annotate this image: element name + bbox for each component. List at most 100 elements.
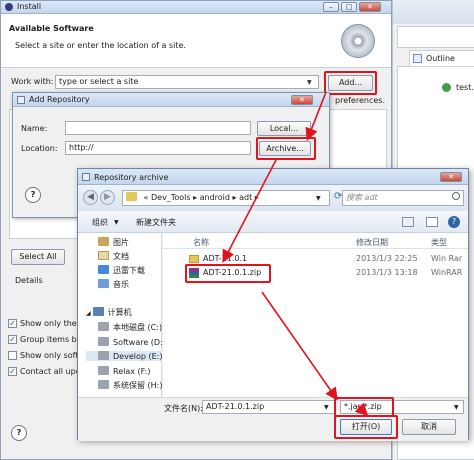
pictures-icon	[98, 237, 109, 246]
filename-row: 文件名(N): ADT-21.0.1.zip ▼ *.jar;*.zip ▼ 打…	[78, 397, 468, 441]
name-label: Name:	[21, 124, 48, 133]
sidebar-item-computer[interactable]: ◢ 计算机	[86, 307, 132, 318]
eclipse-pane-top	[397, 26, 474, 48]
location-field[interactable]: http://	[65, 141, 251, 155]
column-header-date[interactable]: 修改日期	[356, 237, 388, 248]
sidebar-item-documents[interactable]: 文档	[98, 251, 129, 262]
close-icon[interactable]: ✕	[440, 172, 462, 182]
address-bar-row: ◀ ▶ « Dev_Tools ▸ android ▸ adt ▸ ▼ ⟳ 搜索…	[78, 185, 468, 211]
sidebar-item-drive-h[interactable]: 系统保留 (H:)	[98, 380, 163, 390]
checkbox-label: Show only the	[20, 319, 77, 328]
new-folder-button[interactable]: 新建文件夹	[136, 217, 176, 228]
add-repository-title-bar: Add Repository ✕	[13, 93, 329, 107]
eclipse-toolbar	[393, 0, 474, 24]
outline-tab[interactable]: Outline	[409, 50, 474, 66]
history-dropdown-icon[interactable]: ▼	[316, 195, 321, 202]
breadcrumb-android[interactable]: android	[200, 193, 230, 202]
sidebar-item-drive-e[interactable]: Develop (E:)	[86, 351, 162, 361]
music-icon	[98, 279, 109, 288]
dialog-icon	[17, 96, 25, 104]
checkbox-label: Group items by	[20, 335, 82, 344]
select-all-button[interactable]: Select All	[11, 249, 65, 265]
filename-chevron-down-icon[interactable]: ▼	[324, 404, 329, 411]
show-only-latest-checkbox[interactable]: ✓	[8, 319, 17, 328]
file-type: Win Rar	[431, 254, 463, 263]
forward-arrow-icon[interactable]: ▶	[100, 190, 115, 205]
help-icon[interactable]: ?	[448, 216, 460, 228]
column-header-type[interactable]: 类型	[431, 237, 447, 248]
command-bar: 组织 ▼ 新建文件夹 ?	[78, 211, 468, 233]
zip-file-highlight	[185, 264, 271, 283]
documents-icon	[98, 251, 109, 260]
folder-path-icon	[126, 192, 137, 201]
find-more-link[interactable]: preferences.	[335, 96, 385, 105]
sidebar-item-music[interactable]: 音乐	[98, 279, 129, 290]
navigation-pane: 图片 文档 迅雷下载 音乐 ◢ 计算机 本地磁盘 (C:) Software (D…	[78, 233, 166, 397]
file-date: 2013/1/3 22:25	[356, 254, 418, 263]
name-field[interactable]	[65, 121, 251, 135]
folder-icon	[189, 255, 199, 263]
preview-pane-icon[interactable]	[426, 217, 438, 227]
breadcrumb-separator: ▸	[254, 193, 259, 202]
drive-icon	[98, 351, 109, 360]
cancel-button[interactable]: 取消	[402, 419, 456, 435]
column-header-name[interactable]: 名称	[193, 237, 209, 248]
contact-all-sites-checkbox[interactable]: ✓	[8, 367, 17, 376]
search-input[interactable]: 搜索 adt	[342, 190, 464, 206]
checkbox-label: Show only softw	[20, 351, 86, 360]
drive-icon	[98, 366, 109, 375]
drive-icon	[98, 380, 109, 389]
drive-icon	[98, 322, 109, 331]
close-icon[interactable]: ✕	[359, 2, 381, 12]
sidebar-item-drive-d[interactable]: Software (D:)	[98, 337, 166, 347]
breadcrumb[interactable]: « Dev_Tools ▸ android ▸ adt ▸	[122, 190, 330, 206]
group-items-checkbox[interactable]: ✓	[8, 335, 17, 344]
dialog-icon	[82, 173, 90, 181]
install-title: Install	[17, 2, 42, 11]
header-subtitle: Select a site or enter the location of a…	[15, 41, 186, 50]
add-button-highlight	[324, 71, 377, 95]
install-cd-icon	[341, 24, 375, 58]
header-title: Available Software	[9, 24, 94, 33]
maximize-icon[interactable]: □	[341, 2, 357, 12]
sidebar-item-pictures[interactable]: 图片	[98, 237, 129, 248]
computer-icon	[92, 307, 104, 316]
breadcrumb-adt[interactable]: adt	[239, 193, 252, 202]
outline-item[interactable]: test.	[456, 83, 474, 92]
minimize-icon[interactable]: –	[323, 2, 339, 12]
sidebar-item-drive-c[interactable]: 本地磁盘 (C:)	[98, 322, 162, 333]
organize-button[interactable]: 组织	[92, 217, 108, 228]
back-arrow-icon[interactable]: ◀	[83, 190, 98, 205]
archive-button-highlight	[256, 137, 316, 160]
filename-input[interactable]: ADT-21.0.1.zip	[202, 400, 336, 414]
add-repository-title: Add Repository	[29, 95, 90, 104]
location-label: Location:	[21, 144, 58, 153]
sidebar-item-thunder-download[interactable]: 迅雷下载	[98, 265, 145, 276]
repository-archive-dialog: Repository archive ✕ ◀ ▶ « Dev_Tools ▸ a…	[77, 168, 469, 441]
help-icon[interactable]: ?	[11, 425, 27, 441]
search-icon[interactable]	[452, 192, 460, 200]
file-type: WinRAR	[431, 268, 463, 277]
breadcrumb-separator: «	[143, 193, 151, 202]
local-button[interactable]: Local...	[257, 121, 311, 136]
view-options-icon[interactable]	[402, 217, 414, 227]
checkbox-label: Contact all upd	[20, 367, 81, 376]
show-only-software-checkbox[interactable]	[8, 351, 17, 360]
filter-chevron-down-icon[interactable]: ▼	[454, 404, 459, 411]
thunder-download-icon	[98, 265, 109, 274]
file-name: ADT-21.0.1	[203, 254, 248, 263]
combo-chevron-down-icon[interactable]: ▼	[307, 79, 312, 86]
breadcrumb-dev-tools[interactable]: Dev_Tools	[151, 193, 191, 202]
close-icon[interactable]: ✕	[291, 95, 313, 105]
organize-chevron-down-icon[interactable]: ▼	[114, 219, 119, 226]
file-list: 名称 修改日期 类型 ADT-21.0.1 2013/1/3 22:25 Win…	[163, 233, 468, 397]
drive-icon	[98, 337, 109, 346]
expand-icon[interactable]: ◢	[86, 310, 91, 317]
sidebar-item-drive-f[interactable]: Relax (F:)	[98, 366, 150, 376]
outline-tab-label: Outline	[426, 54, 455, 63]
outline-icon	[413, 54, 422, 63]
filename-label: 文件名(N):	[164, 404, 203, 413]
help-icon[interactable]: ?	[25, 187, 41, 203]
work-with-combo[interactable]: type or select a site	[55, 75, 319, 89]
file-date: 2013/1/3 13:18	[356, 268, 418, 277]
